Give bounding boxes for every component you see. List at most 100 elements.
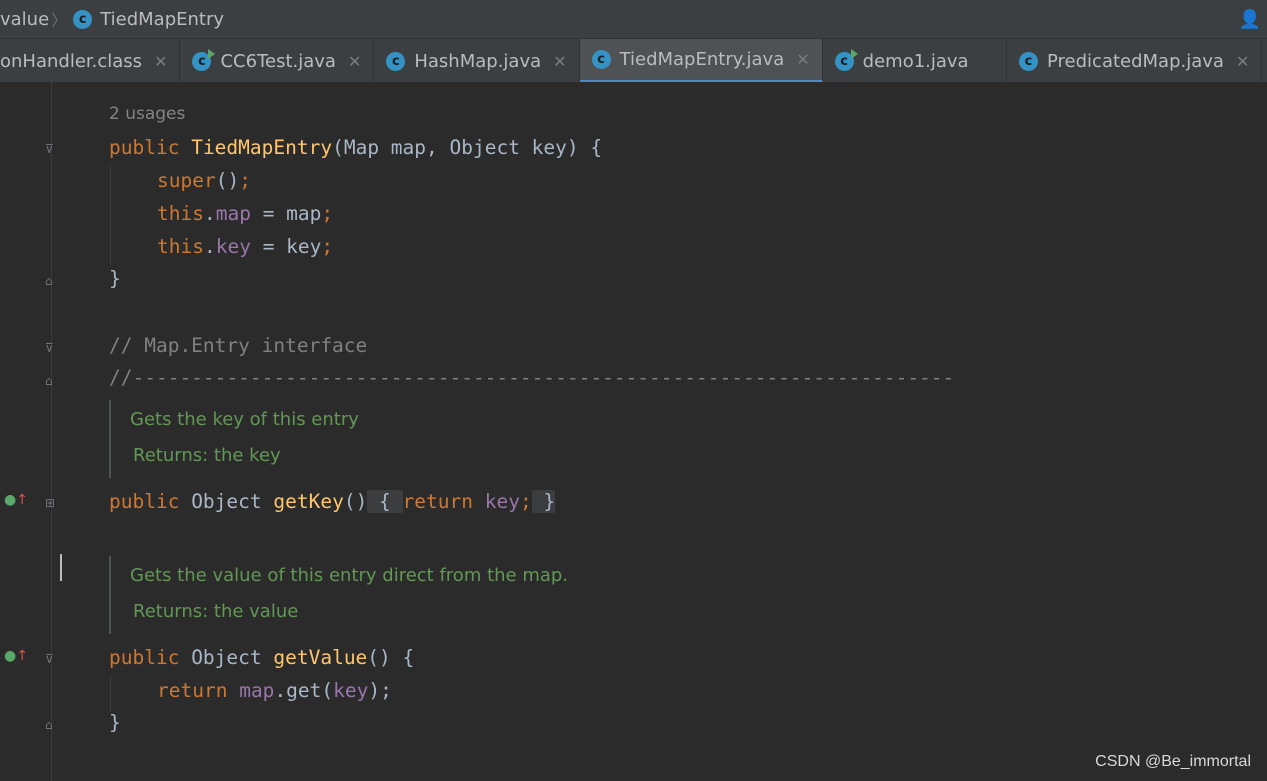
keyword: public — [109, 646, 180, 669]
class-run-icon: c — [192, 48, 216, 71]
text-caret — [60, 554, 62, 581]
keyword: return — [402, 490, 473, 513]
rendered-javadoc[interactable]: Gets the value of this entry direct from… — [109, 556, 568, 634]
field: map — [239, 679, 275, 702]
field: map — [215, 202, 251, 225]
tab-label: onHandler.class — [0, 50, 143, 72]
code-line-getkey: public Object getKey() { return key; } — [109, 488, 556, 516]
tab-label: PredicatedMap.java — [1047, 50, 1224, 72]
tab-label: demo1.java — [862, 50, 969, 72]
close-icon[interactable]: ✕ — [553, 52, 566, 71]
breadcrumb: value 〉 c TiedMapEntry 👤 — [0, 0, 1267, 38]
keyword: this — [157, 202, 204, 225]
parens: () — [343, 490, 368, 513]
doc-returns: Returns: the value — [133, 601, 299, 622]
close-icon[interactable]: ✕ — [796, 50, 809, 69]
code-line-return-map-get: return map.get(key); — [157, 677, 392, 705]
assignment: = key — [250, 235, 322, 258]
code-line-close: } — [109, 267, 121, 290]
tab-demo1[interactable]: c demo1.java ✕ — [823, 39, 1007, 82]
semicolon: ; — [519, 490, 532, 513]
method-name[interactable]: getKey — [273, 490, 343, 513]
user-icon[interactable]: 👤 — [1239, 9, 1261, 30]
rendered-javadoc[interactable]: Gets the key of this entry Returns: the … — [109, 400, 359, 478]
method-name[interactable]: getValue — [273, 646, 367, 669]
class-run-icon: c — [834, 48, 858, 71]
fold-end-icon[interactable]: ⌂ — [45, 374, 57, 388]
keyword: public — [109, 490, 180, 513]
code-line-close: } — [109, 711, 121, 734]
editor-tabs: onHandler.class ✕ c CC6Test.java ✕ c Has… — [0, 38, 1267, 82]
dot: . — [203, 202, 216, 225]
folded-close-brace[interactable]: } — [531, 490, 556, 513]
semicolon: ; — [239, 169, 251, 192]
call-end: ); — [368, 679, 392, 702]
doc-description: Gets the key of this entry — [130, 409, 359, 430]
breadcrumb-label-value: value — [0, 8, 50, 30]
implements-method-icon[interactable]: ●↑ — [4, 492, 28, 508]
code-editor[interactable]: ⊽ ⌂ ⊽ ⌂ ⊞ ⊽ ⌂ ●↑ ●↑ 2 usages public Tied… — [0, 82, 1267, 781]
usages-hint[interactable]: 2 usages — [109, 104, 185, 124]
tab-predicatedmap[interactable]: c PredicatedMap.java ✕ — [1007, 39, 1263, 82]
semicolon: ; — [321, 235, 334, 258]
indent-guide — [110, 166, 111, 266]
params: (Map map, — [332, 136, 450, 159]
doc-returns: Returns: the key — [133, 445, 281, 466]
watermark: CSDN @Be_immortal — [1095, 753, 1251, 770]
class-icon: c — [73, 9, 93, 29]
breadcrumb-item-current[interactable]: c TiedMapEntry — [73, 9, 224, 30]
fold-collapse-icon[interactable]: ⊽ — [45, 652, 57, 666]
folded-open-brace[interactable]: { — [367, 490, 403, 513]
fold-collapse-icon[interactable]: ⊽ — [45, 341, 57, 355]
keyword: super — [157, 169, 216, 192]
signature-rest: () { — [367, 646, 415, 669]
code-line-this-map: this.map = map; — [157, 200, 333, 228]
dot: . — [203, 235, 216, 258]
assignment: = map — [250, 202, 322, 225]
return-type: Object — [179, 646, 274, 669]
close-icon[interactable]: ✕ — [154, 52, 167, 71]
code-comment: // Map.Entry interface — [109, 334, 368, 357]
gutter-divider — [51, 82, 52, 781]
class-icon: c — [1019, 51, 1038, 71]
indent-guide — [110, 676, 111, 712]
field: key — [215, 235, 251, 258]
breadcrumb-item-value[interactable]: value — [0, 9, 49, 30]
field: key — [484, 490, 520, 513]
implements-method-icon[interactable]: ●↑ — [4, 648, 28, 664]
code-comment: //--------------------------------------… — [109, 366, 955, 389]
method-name[interactable]: TiedMapEntry — [191, 136, 332, 159]
fold-end-icon[interactable]: ⌂ — [45, 274, 57, 288]
tab-hashmap[interactable]: c HashMap.java ✕ — [374, 39, 580, 82]
keyword: return — [157, 679, 228, 702]
parens: () — [215, 169, 240, 192]
class-icon: c — [591, 50, 611, 69]
fold-end-icon[interactable]: ⌂ — [45, 718, 57, 732]
doc-description: Gets the value of this entry direct from… — [130, 565, 569, 586]
close-icon[interactable]: ✕ — [348, 52, 361, 71]
code-line-super: super(); — [157, 167, 251, 195]
semicolon: ; — [321, 202, 334, 225]
tab-cc6test[interactable]: c CC6Test.java ✕ — [180, 39, 375, 82]
code-line-getvalue: public Object getValue() { — [109, 644, 414, 672]
tab-label: TiedMapEntry.java — [619, 49, 785, 70]
breadcrumb-chevron-icon: 〉 — [51, 11, 68, 30]
tab-invocationhandler[interactable]: onHandler.class ✕ — [0, 39, 181, 82]
fold-collapse-icon[interactable]: ⊽ — [45, 142, 57, 156]
tab-label: CC6Test.java — [220, 50, 336, 72]
tab-tiedmapentry[interactable]: c TiedMapEntry.java ✕ — [579, 39, 823, 82]
code-line-constructor: public TiedMapEntry(Map map, Object key)… — [109, 134, 602, 162]
tab-label: HashMap.java — [414, 50, 542, 72]
fold-expand-icon[interactable]: ⊞ — [45, 496, 57, 510]
keyword: this — [157, 235, 204, 258]
keyword: public — [109, 136, 180, 159]
breadcrumb-label-current: TiedMapEntry — [100, 8, 225, 30]
argument: key — [333, 679, 369, 702]
code-line-this-key: this.key = key; — [157, 233, 333, 261]
tab-cc-partial[interactable]: c CC — [1262, 39, 1267, 82]
return-type: Object — [179, 490, 274, 513]
close-icon[interactable]: ✕ — [1236, 52, 1249, 71]
class-icon: c — [386, 51, 406, 71]
params: Object key) { — [449, 136, 603, 159]
method-call: .get( — [274, 679, 334, 702]
